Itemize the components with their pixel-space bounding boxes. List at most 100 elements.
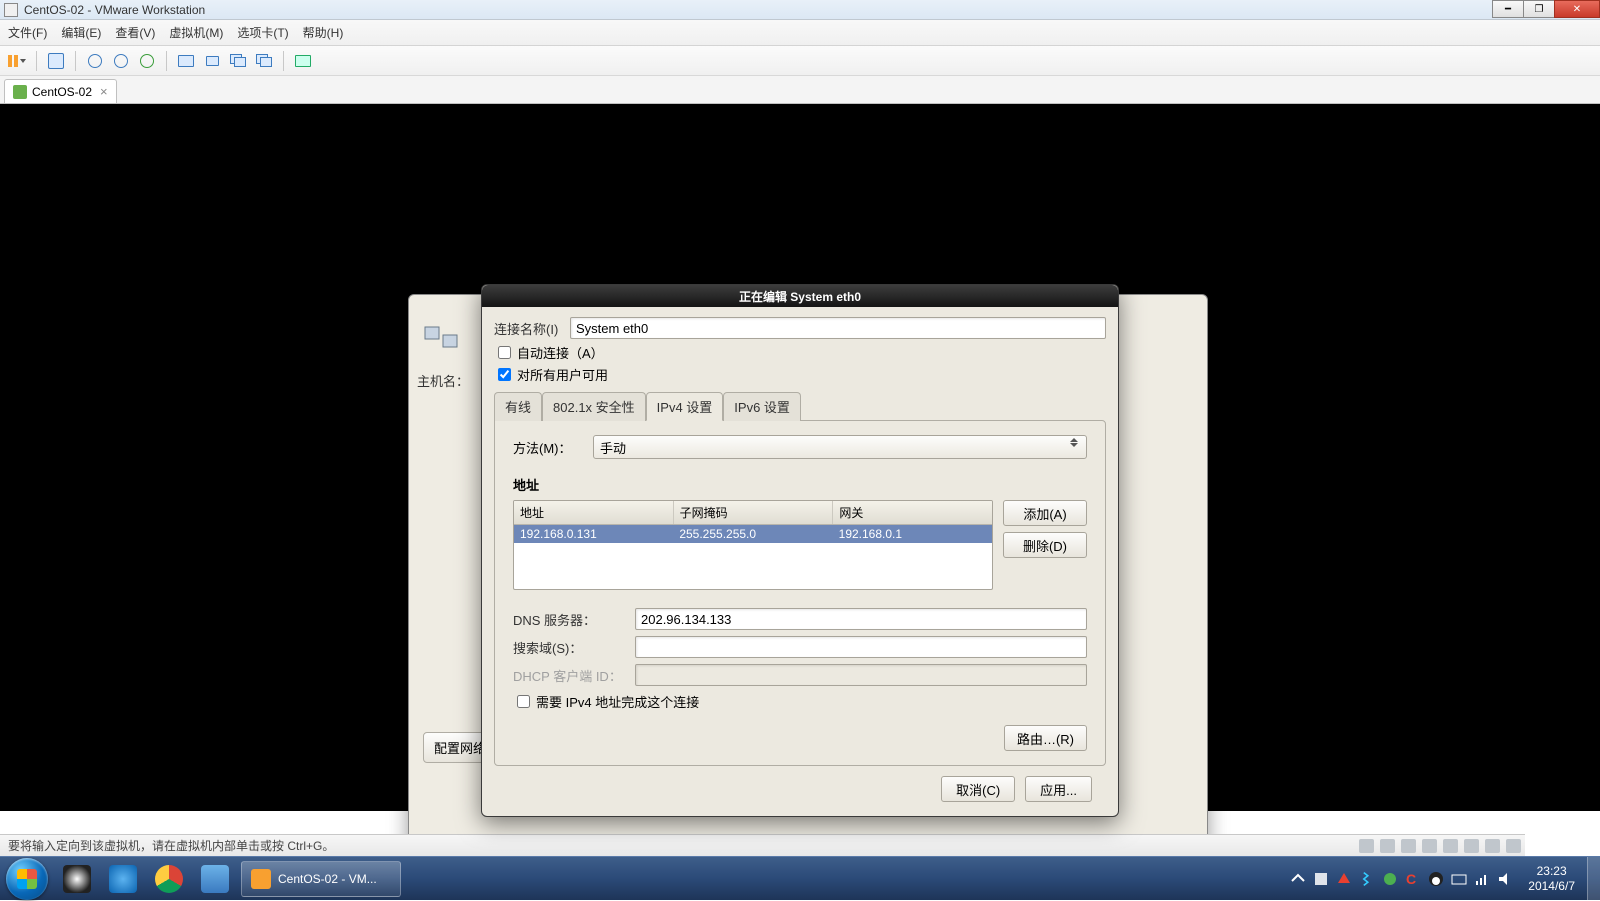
device-net-icon[interactable] [1401, 839, 1416, 853]
pinned-qq[interactable] [55, 861, 99, 897]
tab-8021x[interactable]: 802.1x 安全性 [542, 392, 646, 421]
cycle-mon-button[interactable] [253, 50, 275, 72]
clock-date: 2014/6/7 [1528, 879, 1575, 894]
menu-view[interactable]: 查看(V) [115, 24, 155, 41]
suspend-button[interactable] [6, 50, 28, 72]
toolbar-separator [75, 51, 76, 71]
vmware-icon [251, 869, 271, 889]
status-device-icons [1359, 839, 1521, 853]
require-ipv4-checkbox[interactable]: 需要 IPv4 地址完成这个连接 [513, 692, 1087, 711]
device-sound-icon[interactable] [1443, 839, 1458, 853]
dropdown-icon [1070, 438, 1082, 447]
tab-wired[interactable]: 有线 [494, 392, 542, 421]
taskbar-clock[interactable]: 23:23 2014/6/7 [1520, 864, 1583, 894]
method-combo[interactable]: 手动 [593, 435, 1087, 459]
dns-label: DNS 服务器： [513, 610, 629, 629]
show-console-button[interactable] [175, 50, 197, 72]
edit-connection-dialog: 正在编辑 System eth0 连接名称(I) 自动连接（A） 对所有用户可用… [481, 284, 1119, 817]
menu-edit[interactable]: 编辑(E) [61, 24, 101, 41]
header-gateway: 网关 [833, 501, 992, 524]
vm-tab-label: CentOS-02 [32, 85, 92, 99]
settings-tabs: 有线 802.1x 安全性 IPv4 设置 IPv6 设置 [494, 392, 1106, 420]
address-header: 地址 子网掩码 网关 [514, 501, 992, 525]
hostname-label: 主机名： [417, 371, 469, 390]
delete-address-button[interactable]: 删除(D) [1003, 532, 1087, 558]
ipv4-panel: 方法(M)： 手动 地址 地址 子网掩码 网关 [494, 420, 1106, 766]
address-row[interactable]: 192.168.0.131 255.255.255.0 192.168.0.1 [514, 525, 992, 543]
dns-input[interactable] [635, 608, 1087, 630]
snapshot-manage-button[interactable] [136, 50, 158, 72]
method-label: 方法(M)： [513, 438, 583, 457]
pinned-explorer[interactable] [193, 861, 237, 897]
pinned-ie[interactable] [101, 861, 145, 897]
cell-gateway: 192.168.0.1 [833, 525, 992, 543]
cell-address: 192.168.0.131 [514, 525, 673, 543]
all-users-checkbox[interactable]: 对所有用户可用 [494, 365, 1106, 384]
menu-bar: 文件(F) 编辑(E) 查看(V) 虚拟机(M) 选项卡(T) 帮助(H) [0, 20, 1600, 46]
tab-ipv4[interactable]: IPv4 设置 [646, 392, 724, 421]
device-cd-icon[interactable] [1380, 839, 1395, 853]
tray-penguin-icon[interactable] [1428, 871, 1444, 887]
require-ipv4-box[interactable] [517, 695, 530, 708]
address-table[interactable]: 地址 子网掩码 网关 192.168.0.131 255.255.255.0 1… [513, 500, 993, 590]
auto-connect-checkbox[interactable]: 自动连接（A） [494, 343, 1106, 362]
device-printer-icon[interactable] [1464, 839, 1479, 853]
auto-connect-box[interactable] [498, 346, 511, 359]
tray-kb-icon[interactable] [1451, 871, 1467, 887]
show-desktop-button[interactable] [1587, 857, 1600, 901]
close-button[interactable]: ✕ [1554, 0, 1600, 18]
tray-flag-icon[interactable] [1313, 871, 1329, 887]
apply-button[interactable]: 应用... [1025, 776, 1092, 802]
all-users-box[interactable] [498, 368, 511, 381]
show-thumb-button[interactable] [201, 50, 223, 72]
tray-c-icon[interactable]: C [1405, 871, 1421, 887]
vm-console[interactable]: 主机名： 配置网络 正在编辑 System eth0 连接名称(I) 自动连接（… [0, 104, 1600, 811]
vm-tab-bar: CentOS-02 × [0, 76, 1600, 104]
add-address-button[interactable]: 添加(A) [1003, 500, 1087, 526]
device-hdd-icon[interactable] [1359, 839, 1374, 853]
svg-text:C: C [1406, 871, 1416, 887]
window-titlebar: CentOS-02 - VMware Workstation ━ ❐ ✕ [0, 0, 1600, 20]
cancel-button[interactable]: 取消(C) [941, 776, 1015, 802]
tab-ipv6[interactable]: IPv6 设置 [723, 392, 801, 421]
maximize-button[interactable]: ❐ [1523, 0, 1555, 18]
toolbar [0, 46, 1600, 76]
cell-netmask: 255.255.255.0 [673, 525, 832, 543]
tray-action-icon[interactable] [1336, 871, 1352, 887]
pinned-chrome[interactable] [147, 861, 191, 897]
multi-mon-button[interactable] [227, 50, 249, 72]
toolbar-separator [166, 51, 167, 71]
revert-button[interactable] [84, 50, 106, 72]
search-domain-label: 搜索域(S)： [513, 638, 629, 657]
centos-icon [13, 85, 27, 99]
menu-file[interactable]: 文件(F) [8, 24, 47, 41]
device-usb-icon[interactable] [1422, 839, 1437, 853]
menu-tabs[interactable]: 选项卡(T) [237, 24, 288, 41]
close-tab-icon[interactable]: × [100, 84, 108, 99]
device-display-icon[interactable] [1485, 839, 1500, 853]
tray-volume-icon[interactable] [1497, 871, 1513, 887]
tray-bluetooth-icon[interactable] [1359, 871, 1375, 887]
conn-name-label: 连接名称(I) [494, 319, 570, 338]
menu-vm[interactable]: 虚拟机(M) [169, 24, 223, 41]
menu-help[interactable]: 帮助(H) [303, 24, 344, 41]
dhcp-client-label: DHCP 客户端 ID： [513, 666, 629, 685]
snapshot-take-button[interactable] [110, 50, 132, 72]
fullscreen-button[interactable] [292, 50, 314, 72]
task-vmware[interactable]: CentOS-02 - VM... [241, 861, 401, 897]
require-ipv4-label: 需要 IPv4 地址完成这个连接 [536, 692, 699, 711]
vm-tab-centos02[interactable]: CentOS-02 × [4, 79, 117, 103]
menu-expand-icon[interactable] [1506, 839, 1521, 853]
tray-expand-icon[interactable] [1290, 871, 1306, 887]
app-icon [4, 3, 18, 17]
tray-wifi-icon[interactable] [1474, 871, 1490, 887]
search-domain-input[interactable] [635, 636, 1087, 658]
conn-name-input[interactable] [570, 317, 1106, 339]
minimize-button[interactable]: ━ [1492, 0, 1524, 18]
method-value: 手动 [600, 438, 626, 457]
header-address: 地址 [514, 501, 674, 524]
start-button[interactable] [6, 858, 48, 900]
snapshot-button[interactable] [45, 50, 67, 72]
tray-safe-icon[interactable] [1382, 871, 1398, 887]
routes-button[interactable]: 路由…(R) [1004, 725, 1087, 751]
